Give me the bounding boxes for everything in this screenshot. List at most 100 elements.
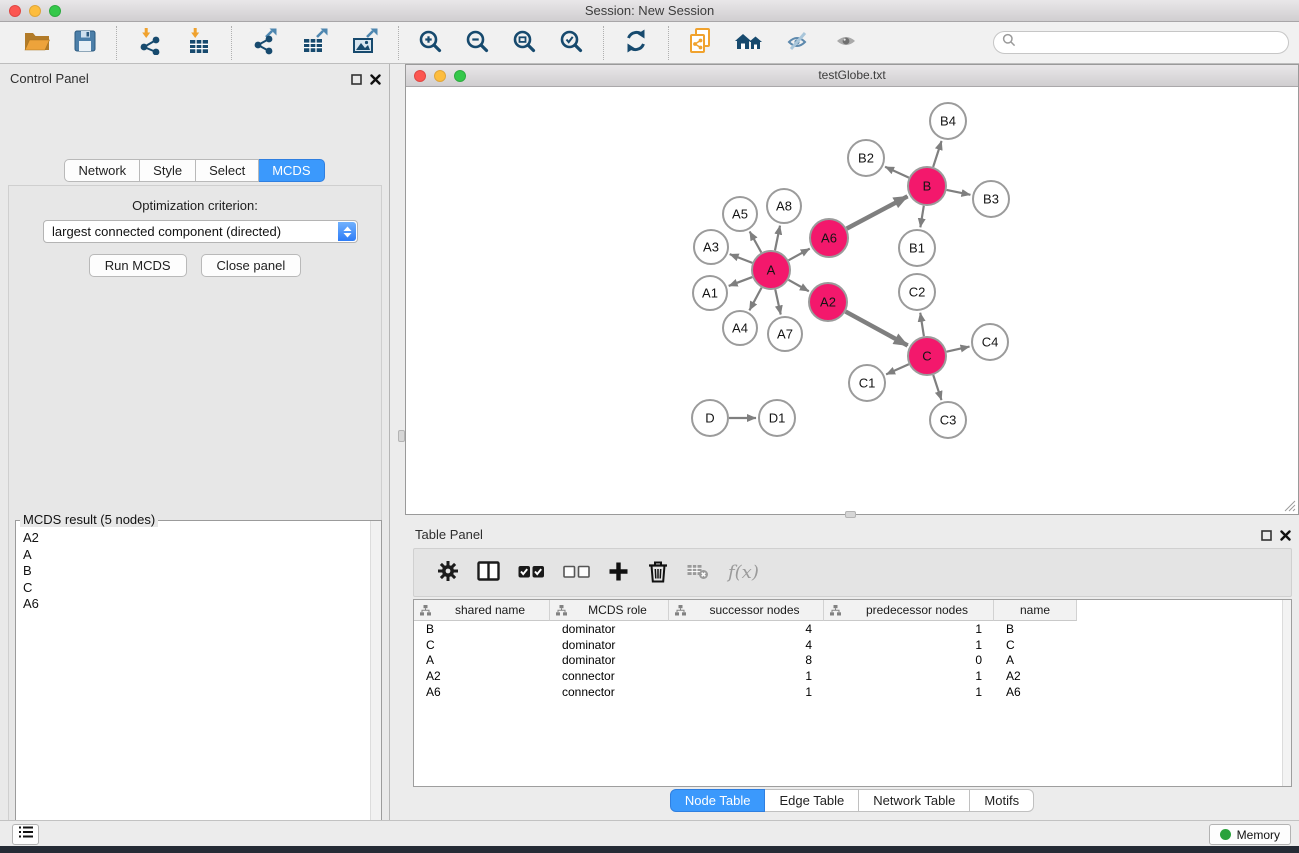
run-mcds-button[interactable]: Run MCDS: [89, 254, 187, 277]
node-D1[interactable]: D1: [759, 400, 795, 436]
column-header[interactable]: MCDS role: [550, 600, 669, 621]
export-network-button[interactable]: [247, 26, 283, 60]
resize-grip-icon[interactable]: [1282, 498, 1296, 512]
table-row[interactable]: Cdominator41C: [414, 637, 1291, 653]
close-table-panel-icon[interactable]: [1280, 528, 1291, 546]
edge-B-B4[interactable]: [933, 141, 941, 167]
tab-network-table[interactable]: Network Table: [859, 789, 970, 812]
network-window-titlebar[interactable]: testGlobe.txt: [406, 65, 1298, 87]
tab-select[interactable]: Select: [196, 159, 259, 182]
table-row[interactable]: Adominator80A: [414, 653, 1291, 669]
column-header[interactable]: successor nodes: [669, 600, 824, 621]
criterion-dropdown[interactable]: largest connected component (directed): [43, 220, 358, 243]
float-table-panel-icon[interactable]: [1261, 528, 1272, 546]
tab-network[interactable]: Network: [64, 159, 140, 182]
delete-column-button[interactable]: [647, 560, 669, 586]
import-table-button[interactable]: [182, 26, 216, 60]
export-image-button[interactable]: [347, 26, 383, 60]
table-row[interactable]: A2connector11A2: [414, 668, 1291, 684]
deselect-all-button[interactable]: [563, 564, 590, 582]
import-network-button[interactable]: [132, 26, 168, 60]
search-field[interactable]: [993, 31, 1289, 54]
edge-A-A7[interactable]: [775, 290, 780, 315]
node-C4[interactable]: C4: [972, 324, 1008, 360]
zoom-in-button[interactable]: [414, 27, 447, 59]
search-input[interactable]: [1021, 35, 1288, 50]
node-C3[interactable]: C3: [930, 402, 966, 438]
edge-B-B3[interactable]: [947, 190, 971, 195]
overview-button[interactable]: [730, 27, 768, 58]
table-scrollbar[interactable]: [1282, 600, 1291, 786]
node-D[interactable]: D: [692, 400, 728, 436]
close-window-button[interactable]: [9, 5, 21, 17]
float-panel-icon[interactable]: [351, 72, 362, 90]
result-item[interactable]: C: [17, 580, 369, 597]
column-button[interactable]: [477, 561, 500, 584]
settings-gear-button[interactable]: [437, 560, 459, 585]
clone-network-button[interactable]: [684, 26, 716, 59]
export-table-button[interactable]: [297, 26, 333, 60]
save-session-button[interactable]: [69, 27, 101, 58]
result-item[interactable]: A6: [17, 596, 369, 613]
close-network-button[interactable]: [414, 70, 426, 82]
edge-A-A1[interactable]: [729, 277, 753, 286]
zoom-fit-button[interactable]: [508, 27, 541, 59]
zoom-selected-button[interactable]: [555, 27, 588, 59]
node-A8[interactable]: A8: [767, 189, 801, 223]
edge-A-A4[interactable]: [749, 288, 761, 311]
edge-A2-C[interactable]: [846, 312, 908, 346]
refresh-button[interactable]: [619, 26, 653, 59]
node-A1[interactable]: A1: [693, 276, 727, 310]
tab-node-table[interactable]: Node Table: [670, 789, 766, 812]
open-file-button[interactable]: [19, 27, 55, 58]
node-A[interactable]: A: [752, 251, 790, 289]
node-A6[interactable]: A6: [810, 219, 848, 257]
result-item[interactable]: B: [17, 563, 369, 580]
zoom-out-button[interactable]: [461, 27, 494, 59]
edge-B-B2[interactable]: [885, 167, 909, 178]
vertical-split-handle[interactable]: [398, 430, 405, 442]
node-A7[interactable]: A7: [768, 317, 802, 351]
tab-edge-table[interactable]: Edge Table: [765, 789, 859, 812]
zoom-network-button[interactable]: [454, 70, 466, 82]
edge-A-A2[interactable]: [788, 280, 808, 291]
edge-C-C4[interactable]: [947, 347, 970, 352]
edge-B-B1[interactable]: [920, 206, 923, 228]
close-panel-icon[interactable]: [370, 72, 381, 90]
node-C1[interactable]: C1: [849, 365, 885, 401]
node-A3[interactable]: A3: [694, 230, 728, 264]
table-row[interactable]: A6connector11A6: [414, 684, 1291, 700]
node-B3[interactable]: B3: [973, 181, 1009, 217]
horizontal-split-handle[interactable]: [845, 511, 856, 518]
edge-A6-B[interactable]: [847, 196, 908, 228]
network-graph[interactable]: B4B2BB3B1A5A8A6A3AA1C2A2A4A7CC4C1C3DD1: [406, 87, 1298, 514]
tab-mcds[interactable]: MCDS: [259, 159, 324, 182]
tab-style[interactable]: Style: [140, 159, 196, 182]
add-column-button[interactable]: [608, 561, 629, 585]
table-row[interactable]: Bdominator41B: [414, 621, 1291, 637]
column-header[interactable]: name: [994, 600, 1077, 621]
column-header[interactable]: shared name: [414, 600, 550, 621]
edge-A-A3[interactable]: [730, 254, 753, 263]
function-builder-icon[interactable]: f(x): [728, 562, 759, 583]
edge-A-A6[interactable]: [789, 249, 810, 261]
select-all-button[interactable]: [518, 564, 545, 582]
tab-motifs[interactable]: Motifs: [970, 789, 1034, 812]
fullscreen-window-button[interactable]: [49, 5, 61, 17]
result-scrollbar[interactable]: [370, 521, 381, 853]
node-B[interactable]: B: [908, 167, 946, 205]
network-canvas[interactable]: B4B2BB3B1A5A8A6A3AA1C2A2A4A7CC4C1C3DD1: [406, 87, 1298, 514]
edge-C-C2[interactable]: [920, 313, 924, 336]
delete-table-button[interactable]: [687, 562, 709, 583]
result-item[interactable]: A2: [17, 530, 369, 547]
column-header[interactable]: predecessor nodes: [824, 600, 994, 621]
node-B2[interactable]: B2: [848, 140, 884, 176]
edge-A-A5[interactable]: [750, 231, 762, 252]
edge-A-A8[interactable]: [775, 226, 780, 251]
node-A2[interactable]: A2: [809, 283, 847, 321]
edge-C-C3[interactable]: [933, 375, 941, 400]
hide-details-button[interactable]: [782, 27, 816, 58]
memory-button[interactable]: Memory: [1209, 824, 1291, 845]
node-C[interactable]: C: [908, 337, 946, 375]
edge-C-C1[interactable]: [886, 364, 909, 374]
